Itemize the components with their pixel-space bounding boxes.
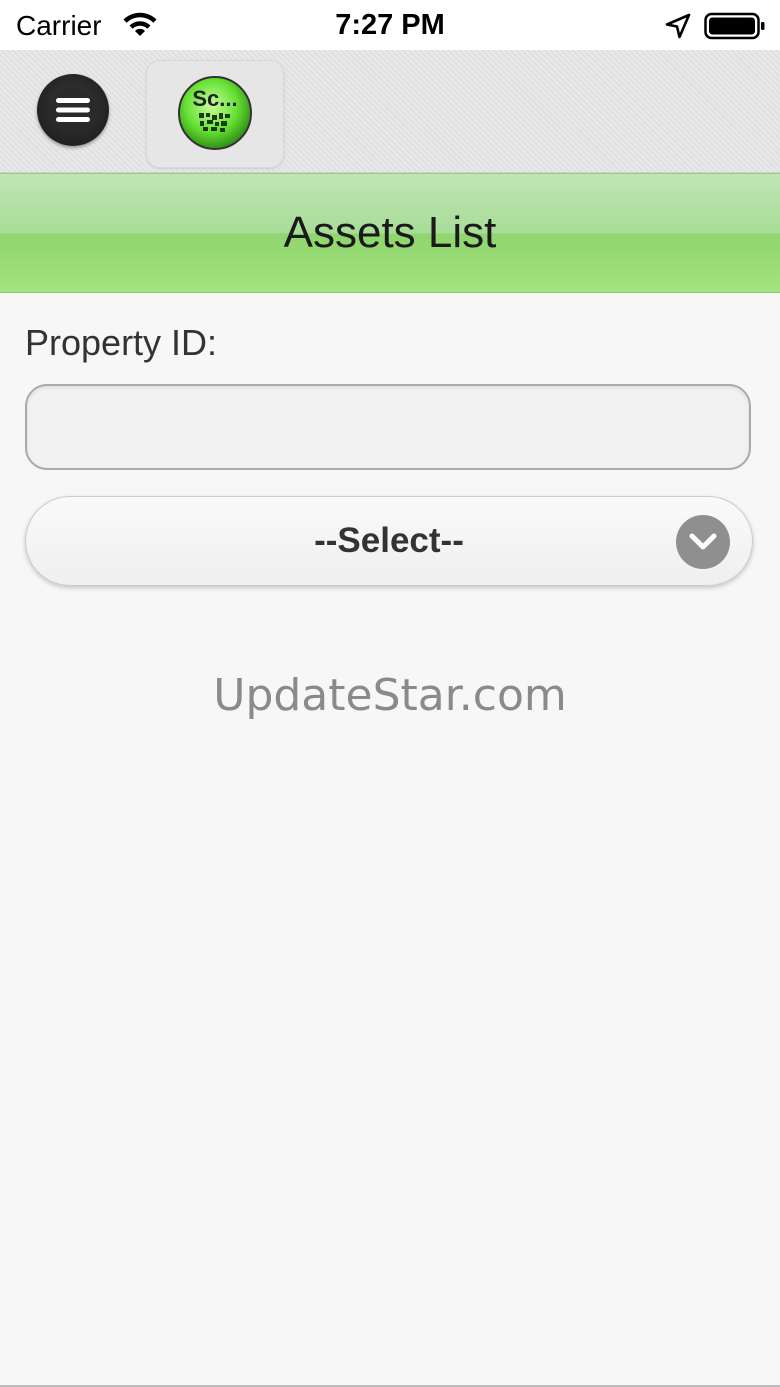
watermark-text: UpdateStar.com bbox=[213, 670, 567, 721]
status-bar: Carrier 7:27 PM bbox=[0, 0, 780, 50]
scan-button[interactable]: Sc... bbox=[146, 60, 284, 168]
property-id-input[interactable] bbox=[25, 384, 751, 470]
page-title: Assets List bbox=[283, 208, 497, 257]
top-toolbar: Sc... bbox=[0, 50, 780, 173]
scan-qr-icon: Sc... bbox=[178, 76, 252, 150]
menu-button[interactable] bbox=[37, 74, 109, 146]
status-time: 7:27 PM bbox=[335, 9, 445, 41]
battery-icon bbox=[704, 12, 765, 40]
chevron-down-icon bbox=[676, 515, 730, 569]
property-id-label: Property ID: bbox=[25, 322, 218, 363]
scan-icon-text: Sc... bbox=[192, 86, 237, 111]
location-arrow-icon bbox=[665, 13, 691, 39]
hamburger-menu-icon bbox=[51, 88, 95, 132]
header-bar: Assets List bbox=[0, 173, 780, 293]
main-content: Property ID: --Select-- UpdateStar.com bbox=[0, 292, 780, 1387]
asset-select-dropdown[interactable]: --Select-- bbox=[25, 496, 753, 586]
select-value: --Select-- bbox=[314, 521, 464, 560]
